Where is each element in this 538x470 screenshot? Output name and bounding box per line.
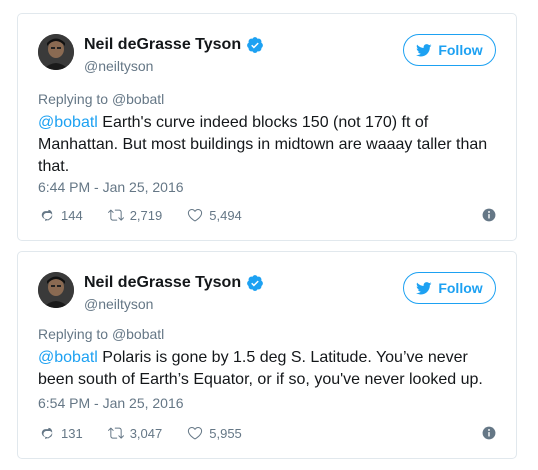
author-name[interactable]: Neil deGrasse Tyson (84, 36, 264, 54)
retweet-icon (107, 427, 124, 439)
tweet-text: @bobatl Polaris is gone by 1.5 deg S. La… (38, 347, 500, 391)
author-name-text[interactable]: Neil deGrasse Tyson (84, 36, 241, 54)
avatar[interactable] (38, 272, 74, 308)
timestamp[interactable]: 6:54 PM - Jan 25, 2016 (38, 395, 184, 411)
info-icon[interactable] (482, 426, 496, 440)
reply-button[interactable]: 144 (38, 207, 83, 223)
replying-to: Replying to @bobatl (38, 326, 164, 342)
retweet-button[interactable]: 3,047 (107, 425, 163, 441)
like-button[interactable]: 5,494 (186, 207, 242, 223)
like-count: 5,955 (209, 425, 242, 441)
author-handle[interactable]: @neiltyson (84, 296, 153, 312)
reply-count: 144 (61, 207, 83, 223)
follow-label: Follow (438, 280, 483, 296)
info-icon[interactable] (482, 208, 496, 222)
mention-link[interactable]: @bobatl (38, 349, 98, 366)
tweet-body: Earth's curve indeed blocks 150 (not 170… (38, 114, 488, 175)
replying-to-link[interactable]: @bobatl (112, 91, 164, 107)
bird-icon (416, 43, 432, 56)
author-name-text[interactable]: Neil deGrasse Tyson (84, 274, 241, 292)
timestamp[interactable]: 6:44 PM - Jan 25, 2016 (38, 179, 184, 195)
avatar[interactable] (38, 34, 74, 70)
replying-to: Replying to @bobatl (38, 91, 164, 107)
heart-icon (188, 427, 203, 440)
author-handle[interactable]: @neiltyson (84, 58, 153, 74)
action-bar: 144 2,719 5,494 (38, 205, 496, 225)
verified-badge-icon (247, 37, 263, 53)
tweet-text: @bobatl Earth's curve indeed blocks 150 … (38, 112, 500, 178)
follow-label: Follow (438, 42, 483, 58)
bird-icon (416, 281, 432, 294)
retweet-icon (107, 209, 124, 221)
reply-icon (41, 209, 53, 222)
tweet-card[interactable]: Neil deGrasse Tyson @neiltyson Follow Re… (17, 13, 517, 241)
retweet-button[interactable]: 2,719 (107, 207, 163, 223)
mention-link[interactable]: @bobatl (38, 114, 98, 131)
reply-button[interactable]: 131 (38, 425, 83, 441)
tweet-body: Polaris is gone by 1.5 deg S. Latitude. … (38, 349, 483, 388)
follow-button[interactable]: Follow (403, 34, 496, 66)
reply-icon (41, 427, 53, 440)
replying-prefix: Replying to (38, 91, 112, 107)
heart-icon (188, 209, 203, 222)
replying-prefix: Replying to (38, 326, 112, 342)
retweet-count: 2,719 (129, 207, 163, 223)
tweet-card[interactable]: Neil deGrasse Tyson @neiltyson Follow Re… (17, 251, 517, 459)
like-button[interactable]: 5,955 (186, 425, 242, 441)
verified-badge-icon (247, 275, 263, 291)
author-name[interactable]: Neil deGrasse Tyson (84, 274, 264, 292)
reply-count: 131 (61, 425, 83, 441)
action-bar: 131 3,047 5,955 (38, 423, 496, 443)
retweet-count: 3,047 (129, 425, 163, 441)
like-count: 5,494 (209, 207, 242, 223)
replying-to-link[interactable]: @bobatl (112, 326, 164, 342)
follow-button[interactable]: Follow (403, 272, 496, 304)
